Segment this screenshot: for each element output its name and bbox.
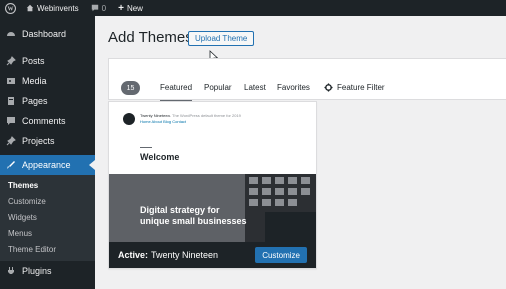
pages-icon [5,96,16,107]
feature-filter-button[interactable]: Feature Filter [324,83,385,92]
submenu-item-themes[interactable]: Themes [0,177,95,193]
active-label: Active: [118,250,149,260]
sidebar-item-projects[interactable]: Projects [0,131,95,151]
sidebar-item-label: Projects [22,136,55,146]
new-content-link[interactable]: + New [112,0,149,16]
sidebar-item-label: Posts [22,56,45,66]
sidebar-item-comments[interactable]: Comments [0,111,95,131]
theme-hero-image: Digital strategy for unique small busine… [109,174,316,242]
comment-icon [91,4,98,12]
sidebar-item-label: Media [22,76,47,86]
sidebar-item-media[interactable]: Media [0,71,95,91]
theme-card[interactable]: Twenty Nineteen — The WordPress default … [108,101,317,269]
theme-site-logo [123,113,135,125]
tab-featured[interactable]: Featured [160,83,193,103]
dashboard-icon [5,29,16,40]
gear-icon [324,83,333,92]
pin-icon [5,56,16,67]
plus-icon: + [118,2,124,14]
sidebar-item-label: Comments [22,116,66,126]
theme-filter-bar: 15 Featured Popular Latest Favorites Fea… [108,58,506,103]
submenu-item-widgets[interactable]: Widgets [0,209,95,225]
admin-bar: W Webinvents 0 + New [0,0,506,16]
admin-sidebar: Dashboard Posts Media Pages Comments Pro… [0,16,95,289]
divider [140,147,152,148]
theme-site-title: Twenty Nineteen [140,113,170,118]
home-icon [26,4,34,12]
comment-count: 0 [101,3,107,13]
new-label: New [126,3,143,13]
site-name: Webinvents [37,3,79,13]
wordpress-logo-icon[interactable]: W [0,0,20,16]
submenu-item-theme-editor[interactable]: Theme Editor [0,241,95,257]
sidebar-item-posts[interactable]: Posts [0,51,95,71]
sidebar-item-appearance[interactable]: Appearance [0,155,95,175]
theme-tagline: Digital strategy for unique small busine… [140,205,247,226]
tab-favorites[interactable]: Favorites [277,83,310,92]
theme-screenshot: Twenty Nineteen — The WordPress default … [109,102,316,242]
media-icon [5,76,16,87]
sidebar-item-label: Plugins [22,266,52,276]
sidebar-item-label: Dashboard [22,29,67,39]
sidebar-item-label: Pages [22,96,48,106]
submenu-item-customize[interactable]: Customize [0,193,95,209]
tab-latest[interactable]: Latest [244,83,266,92]
site-name-link[interactable]: Webinvents [20,0,85,16]
theme-count-badge: 15 [121,81,140,95]
upload-theme-button[interactable]: Upload Theme [188,31,255,46]
sidebar-item-label: Appearance [22,160,71,170]
appearance-submenu: Themes Customize Widgets Menus Theme Edi… [0,175,95,261]
page-title: Add Themes [108,29,193,46]
comment-icon [5,116,16,127]
feature-filter-label: Feature Filter [337,83,385,92]
calendar-image [245,174,316,242]
customize-button[interactable]: Customize [255,247,307,263]
sidebar-item-plugins[interactable]: Plugins [0,261,95,281]
tab-popular[interactable]: Popular [204,83,232,92]
sidebar-item-dashboard[interactable]: Dashboard [0,24,95,44]
theme-site-description: — The WordPress default theme for 2019 [167,113,241,118]
theme-footer: Active: Twenty Nineteen Customize [109,242,316,268]
brush-icon [5,160,16,171]
comments-link[interactable]: 0 [85,0,112,16]
theme-site-nav: Home About Blog Contact [140,119,187,124]
sidebar-item-pages[interactable]: Pages [0,91,95,111]
submenu-item-menus[interactable]: Menus [0,225,95,241]
svg-text:W: W [7,6,13,12]
plug-icon [5,266,16,277]
pin-icon [5,136,16,147]
theme-name: Twenty Nineteen [151,250,219,260]
main-content: Add Themes Upload Theme 15 Featured Popu… [95,16,506,289]
theme-welcome-heading: Welcome [140,152,180,162]
